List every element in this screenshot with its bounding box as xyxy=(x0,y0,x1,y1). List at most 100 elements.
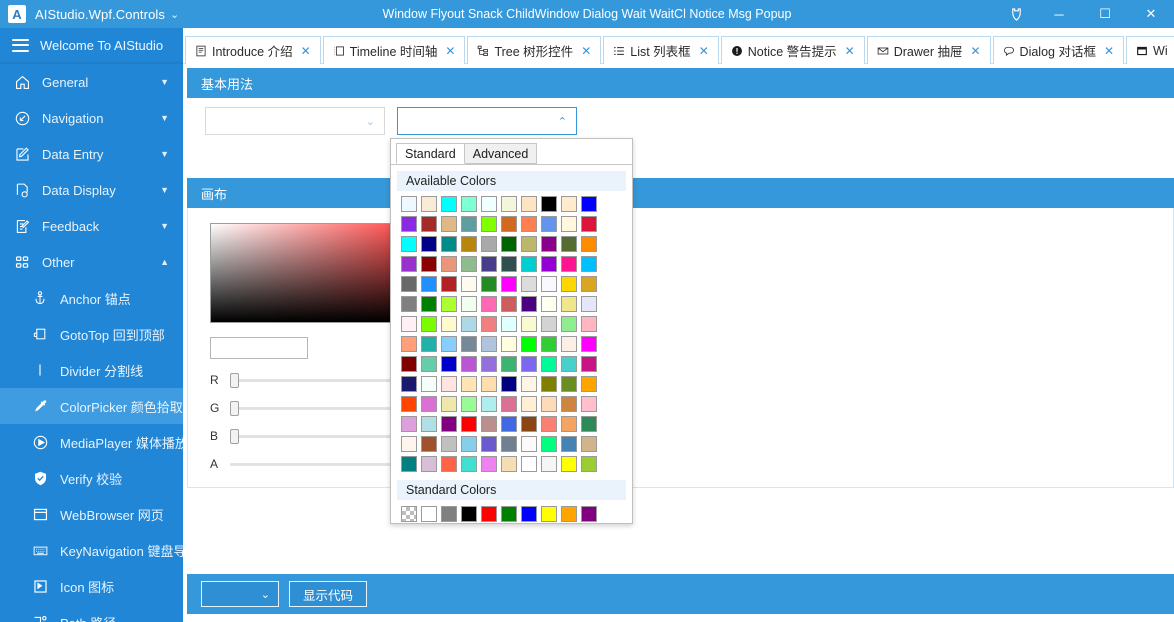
color-swatch[interactable] xyxy=(539,194,559,214)
close-icon[interactable]: ✕ xyxy=(301,44,311,58)
close-icon[interactable]: ✕ xyxy=(581,44,591,58)
color-swatch[interactable] xyxy=(539,434,559,454)
tab-drawer[interactable]: Drawer 抽屉 ✕ xyxy=(866,36,991,64)
color-swatch[interactable] xyxy=(579,214,599,234)
color-swatch[interactable] xyxy=(479,334,499,354)
color-swatch[interactable] xyxy=(539,374,559,394)
color-swatch[interactable] xyxy=(499,394,519,414)
color-swatch[interactable] xyxy=(559,314,579,334)
color-swatch[interactable] xyxy=(579,354,599,374)
standard-color-swatch[interactable] xyxy=(479,504,499,524)
color-swatch[interactable] xyxy=(479,314,499,334)
color-swatch[interactable] xyxy=(539,334,559,354)
hex-input[interactable] xyxy=(210,337,308,359)
sidebar-group-general[interactable]: General ▼ xyxy=(0,64,183,100)
color-swatch[interactable] xyxy=(479,274,499,294)
color-swatch[interactable] xyxy=(559,294,579,314)
tab-introduce[interactable]: Introduce 介绍 ✕ xyxy=(185,36,321,64)
color-swatch[interactable] xyxy=(539,314,559,334)
color-swatch[interactable] xyxy=(539,354,559,374)
color-swatch[interactable] xyxy=(499,414,519,434)
close-icon[interactable]: ✕ xyxy=(845,44,855,58)
tab-advanced[interactable]: Advanced xyxy=(463,143,538,164)
bottom-combo[interactable]: ⌄ xyxy=(201,581,279,607)
color-swatch[interactable] xyxy=(519,434,539,454)
color-swatch[interactable] xyxy=(559,394,579,414)
color-swatch[interactable] xyxy=(559,454,579,474)
standard-color-swatch[interactable] xyxy=(459,504,479,524)
color-swatch[interactable] xyxy=(419,454,439,474)
color-swatch[interactable] xyxy=(459,374,479,394)
color-swatch[interactable] xyxy=(399,294,419,314)
color-swatch[interactable] xyxy=(499,254,519,274)
slider-thumb-b[interactable] xyxy=(230,428,239,444)
color-swatch[interactable] xyxy=(419,294,439,314)
standard-color-swatch[interactable] xyxy=(559,504,579,524)
color-swatch[interactable] xyxy=(499,214,519,234)
color-swatch[interactable] xyxy=(439,354,459,374)
color-swatch[interactable] xyxy=(499,294,519,314)
color-swatch[interactable] xyxy=(519,394,539,414)
color-swatch[interactable] xyxy=(439,214,459,234)
sidebar-group-feedback[interactable]: Feedback ▼ xyxy=(0,208,183,244)
color-swatch[interactable] xyxy=(439,294,459,314)
tab-tree[interactable]: Tree 树形控件 ✕ xyxy=(467,36,602,64)
color-swatch[interactable] xyxy=(479,234,499,254)
color-swatch[interactable] xyxy=(479,294,499,314)
color-swatch[interactable] xyxy=(579,314,599,334)
color-swatch[interactable] xyxy=(459,434,479,454)
standard-color-swatch[interactable] xyxy=(419,504,439,524)
color-swatch[interactable] xyxy=(419,414,439,434)
color-swatch[interactable] xyxy=(559,354,579,374)
color-swatch[interactable] xyxy=(399,274,419,294)
color-swatch[interactable] xyxy=(399,434,419,454)
tab-dialog[interactable]: Dialog 对话框 ✕ xyxy=(992,36,1125,64)
color-swatch[interactable] xyxy=(439,414,459,434)
color-swatch[interactable] xyxy=(579,254,599,274)
color-swatch[interactable] xyxy=(419,214,439,234)
color-swatch[interactable] xyxy=(479,374,499,394)
color-swatch[interactable] xyxy=(559,274,579,294)
color-swatch[interactable] xyxy=(519,414,539,434)
tab-standard[interactable]: Standard xyxy=(396,143,465,164)
color-swatch[interactable] xyxy=(559,194,579,214)
sidebar-item-colorpicker[interactable]: ColorPicker 颜色拾取 xyxy=(0,388,183,424)
color-swatch[interactable] xyxy=(439,314,459,334)
color-swatch[interactable] xyxy=(479,254,499,274)
color-swatch[interactable] xyxy=(579,414,599,434)
tab-notice[interactable]: Notice 警告提示 ✕ xyxy=(720,36,865,64)
color-swatch[interactable] xyxy=(559,414,579,434)
close-button[interactable]: ✕ xyxy=(1128,0,1174,28)
sidebar-item-keynavigation[interactable]: KeyNavigation 键盘导航 xyxy=(0,532,183,568)
color-swatch[interactable] xyxy=(519,214,539,234)
color-swatch[interactable] xyxy=(539,234,559,254)
color-swatch[interactable] xyxy=(439,434,459,454)
sidebar-group-data-display[interactable]: Data Display ▼ xyxy=(0,172,183,208)
color-swatch[interactable] xyxy=(499,274,519,294)
sidebar-item-webbrowser[interactable]: WebBrowser 网页 xyxy=(0,496,183,532)
color-swatch[interactable] xyxy=(579,194,599,214)
color-swatch[interactable] xyxy=(439,374,459,394)
color-swatch[interactable] xyxy=(479,354,499,374)
color-swatch[interactable] xyxy=(439,454,459,474)
maximize-button[interactable]: ☐ xyxy=(1082,0,1128,28)
color-swatch[interactable] xyxy=(479,434,499,454)
color-swatch[interactable] xyxy=(419,234,439,254)
hamburger-menu-icon[interactable] xyxy=(12,38,29,52)
show-code-button[interactable]: 显示代码 xyxy=(289,581,368,607)
color-swatch[interactable] xyxy=(519,354,539,374)
close-icon[interactable]: ✕ xyxy=(970,44,980,58)
color-combo-closed[interactable]: ⌄ xyxy=(205,107,385,135)
color-swatch[interactable] xyxy=(519,234,539,254)
color-swatch[interactable] xyxy=(419,274,439,294)
color-swatch[interactable] xyxy=(559,254,579,274)
color-swatch[interactable] xyxy=(399,314,419,334)
color-swatch[interactable] xyxy=(579,334,599,354)
color-swatch[interactable] xyxy=(539,414,559,434)
color-swatch[interactable] xyxy=(479,394,499,414)
color-swatch[interactable] xyxy=(539,454,559,474)
sidebar-item-divider[interactable]: Divider 分割线 xyxy=(0,352,183,388)
color-swatch[interactable] xyxy=(579,294,599,314)
color-swatch[interactable] xyxy=(519,294,539,314)
color-swatch[interactable] xyxy=(399,194,419,214)
